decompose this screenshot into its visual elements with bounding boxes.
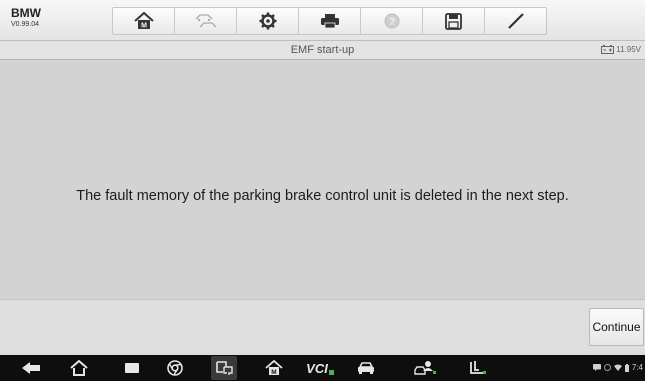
vci-button[interactable]: VCI	[303, 359, 337, 377]
data-logging-button[interactable]	[485, 8, 546, 34]
save-icon	[445, 12, 462, 30]
svg-text:?: ?	[388, 17, 394, 28]
help-button[interactable]: ?	[361, 8, 423, 34]
gear-icon	[259, 12, 276, 30]
car-icon	[358, 362, 374, 374]
house-icon	[70, 360, 88, 376]
chrome-button[interactable]	[164, 359, 186, 377]
vehicle-brand: BMW V0.99.04	[11, 7, 41, 30]
screen-capture-button[interactable]	[211, 356, 237, 380]
status-bar: 7:4	[592, 363, 643, 372]
vci-status-dot-icon	[328, 369, 334, 375]
browser-icon	[167, 360, 183, 376]
vehicle-button[interactable]	[355, 359, 377, 377]
pen-icon	[507, 13, 524, 29]
message-icon	[592, 364, 601, 371]
battery-status-icon	[624, 363, 629, 372]
software-version: V0.99.04	[11, 21, 40, 28]
instruction-message: The fault memory of the parking brake co…	[76, 188, 569, 204]
vehicle-swap-button[interactable]	[175, 8, 237, 34]
vci-label: VCI	[306, 360, 328, 376]
help-icon: ?	[384, 13, 399, 29]
settings-button[interactable]	[237, 8, 299, 34]
remote-expert-icon	[414, 361, 436, 375]
top-app-bar: BMW V0.99.04 M ?	[0, 0, 645, 41]
maxisys-home-button[interactable]: M	[263, 359, 285, 377]
shop-manager-icon	[470, 361, 486, 374]
action-bar: Continue	[0, 299, 645, 355]
home-nav-button[interactable]	[68, 359, 90, 377]
home-button[interactable]: M	[113, 8, 175, 34]
battery-voltage-indicator: 11.95V	[601, 45, 641, 54]
screen-capture-icon	[216, 361, 233, 375]
vehicle-make: BMW	[11, 6, 41, 20]
battery-voltage: 11.95V	[616, 45, 641, 54]
clock: 7:4	[631, 363, 643, 372]
maxisys-home-icon: M	[265, 360, 283, 376]
continue-button[interactable]: Continue	[589, 308, 644, 346]
system-navigation-bar: M VCI 7:4	[0, 355, 645, 381]
home-icon: M	[133, 12, 154, 30]
svg-text:M: M	[141, 23, 147, 30]
sync-icon	[603, 364, 611, 371]
shop-manager-button[interactable]	[466, 359, 488, 377]
print-button[interactable]	[299, 8, 361, 34]
svg-text:M: M	[271, 369, 276, 376]
remote-expert-button[interactable]	[413, 359, 437, 377]
wifi-icon	[613, 364, 622, 371]
recent-apps-icon	[125, 363, 139, 373]
car-swap-icon	[195, 14, 216, 28]
battery-icon	[601, 45, 615, 54]
toolbar: M ?	[112, 7, 547, 35]
save-button[interactable]	[423, 8, 485, 34]
page-header: EMF start-up 11.95V	[0, 41, 645, 60]
back-button[interactable]	[20, 359, 42, 377]
page-title: EMF start-up	[290, 44, 355, 56]
main-content: The fault memory of the parking brake co…	[0, 61, 645, 299]
back-arrow-icon	[22, 362, 40, 374]
printer-icon	[320, 14, 339, 29]
recent-apps-button[interactable]	[121, 359, 143, 377]
